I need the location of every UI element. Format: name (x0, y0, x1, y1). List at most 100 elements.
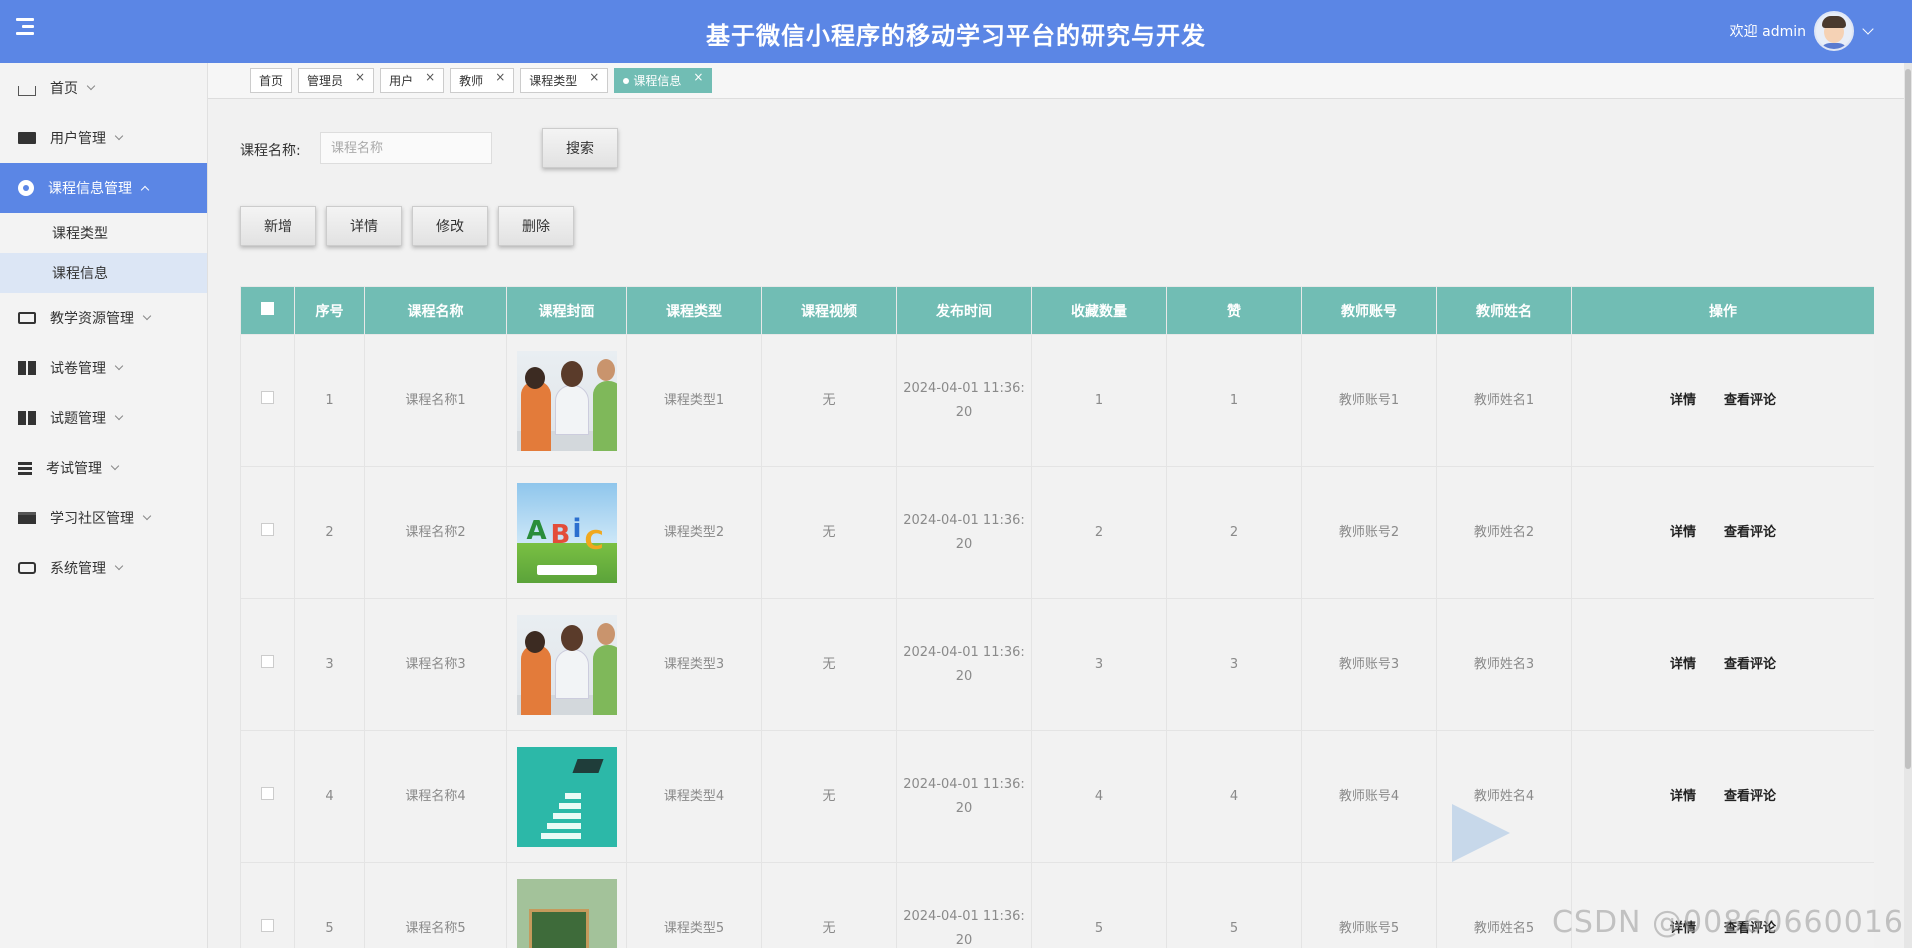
row-checkbox[interactable] (240, 598, 295, 731)
tab-teacher[interactable]: 教师 × (450, 68, 515, 93)
chevron-down-icon (110, 461, 120, 471)
column-header: 赞 (1166, 286, 1302, 335)
row-checkbox[interactable] (240, 334, 295, 467)
table-row[interactable]: 1 课程名称1 课程类型1 无 2024-04-01 11:36: 20 1 1 教师账号1 教师… (240, 334, 1874, 467)
cell-actions: 详情 查看评论 (1571, 466, 1874, 599)
row-detail-link[interactable]: 详情 (1670, 657, 1696, 672)
table-header-row: 序号 课程名称 课程封面 课程类型 课程视频 发布时间 收藏数量 赞 教师账号 … (240, 286, 1874, 335)
row-comments-link[interactable]: 查看评论 (1724, 393, 1776, 408)
sidebar-subitem-course-type[interactable]: 课程类型 (0, 213, 207, 253)
community-icon (18, 512, 36, 524)
user-menu[interactable]: 欢迎 admin (1729, 8, 1874, 54)
sidebar-item-resources[interactable]: 教学资源管理 (0, 293, 207, 343)
table-row[interactable]: 3 课程名称3 课程类型3 无 2024-04-01 11:36: 20 3 3 教师账号3 教师… (240, 598, 1874, 731)
tab-course-info[interactable]: 课程信息 × (614, 68, 713, 93)
sidebar-item-community[interactable]: 学习社区管理 (0, 493, 207, 543)
sidebar-item-home[interactable]: 首页 (0, 63, 207, 113)
close-icon[interactable]: × (425, 70, 435, 84)
row-comments-link[interactable]: 查看评论 (1724, 657, 1776, 672)
cell-no: 1 (294, 334, 365, 467)
chevron-down-icon[interactable] (1862, 23, 1874, 35)
tab-home[interactable]: 首页 (250, 68, 293, 93)
row-detail-link[interactable]: 详情 (1670, 789, 1696, 804)
cell-cover (506, 862, 627, 948)
close-icon[interactable]: × (355, 70, 365, 84)
cell-type: 课程类型5 (626, 862, 762, 948)
chevron-down-icon (114, 411, 124, 421)
cell-no: 5 (294, 862, 365, 948)
sidebar-item-papers[interactable]: 试卷管理 (0, 343, 207, 393)
home-icon (18, 86, 36, 96)
cell-time: 2024-04-01 11:36: 20 (896, 466, 1032, 599)
chevron-up-icon (140, 185, 150, 195)
column-header: 课程视频 (761, 286, 897, 335)
row-comments-link[interactable]: 查看评论 (1724, 789, 1776, 804)
cell-name: 课程名称5 (364, 862, 507, 948)
close-icon[interactable]: × (693, 70, 703, 84)
cell-type: 课程类型1 (626, 334, 762, 467)
exam-icon (18, 461, 32, 475)
cell-name: 课程名称2 (364, 466, 507, 599)
add-button[interactable]: 新增 (240, 206, 316, 246)
column-header: 教师账号 (1301, 286, 1437, 335)
edit-button[interactable]: 修改 (412, 206, 488, 246)
cell-video: 无 (761, 466, 897, 599)
cell-account: 教师账号5 (1301, 862, 1437, 948)
chevron-down-icon (114, 131, 124, 141)
cell-actions: 详情 查看评论 (1571, 334, 1874, 467)
cell-account: 教师账号2 (1301, 466, 1437, 599)
cell-cover (506, 598, 627, 731)
cell-time: 2024-04-01 11:36: 20 (896, 862, 1032, 948)
sidebar-item-users[interactable]: 用户管理 (0, 113, 207, 163)
watermark: CSDN @00860660016 (1551, 905, 1904, 940)
chevron-down-icon (142, 311, 152, 321)
row-detail-link[interactable]: 详情 (1670, 393, 1696, 408)
cell-teacher: 教师姓名2 (1436, 466, 1572, 599)
avatar[interactable] (1814, 11, 1854, 51)
tab-admin[interactable]: 管理员 × (298, 68, 375, 93)
cell-name: 课程名称3 (364, 598, 507, 731)
course-table: 序号 课程名称 课程封面 课程类型 课程视频 发布时间 收藏数量 赞 教师账号 … (240, 286, 1874, 948)
column-header: 发布时间 (896, 286, 1032, 335)
cell-actions: 详情 查看评论 (1571, 598, 1874, 731)
sidebar-item-questions[interactable]: 试题管理 (0, 393, 207, 443)
search-input[interactable] (320, 132, 492, 164)
column-header: 序号 (294, 286, 365, 335)
table-row[interactable]: 4 课程名称4 课程类型4 无 2024-04-01 11:36: 20 4 4 教师账号4 教师… (240, 730, 1874, 863)
sidebar-item-course-info[interactable]: 课程信息管理 (0, 163, 207, 213)
cell-name: 课程名称1 (364, 334, 507, 467)
chevron-down-icon (86, 81, 96, 91)
detail-button[interactable]: 详情 (326, 206, 402, 246)
top-header: 基于微信小程序的移动学习平台的研究与开发 欢迎 admin (0, 0, 1912, 63)
chevron-down-icon (114, 361, 124, 371)
cell-like: 5 (1166, 862, 1302, 948)
sidebar-item-exams[interactable]: 考试管理 (0, 443, 207, 493)
search-button[interactable]: 搜索 (542, 128, 618, 168)
select-all-checkbox[interactable] (240, 286, 295, 335)
sidebar-item-system[interactable]: 系统管理 (0, 543, 207, 593)
paper-icon (18, 361, 36, 375)
cell-like: 2 (1166, 466, 1302, 599)
table-row[interactable]: 2 课程名称2 A Bi C 课程类型2 无 2024-04-01 11:36: 20 2 2 教师账… (240, 466, 1874, 599)
tab-course-type[interactable]: 课程类型 × (520, 68, 609, 93)
row-checkbox[interactable] (240, 730, 295, 863)
row-checkbox[interactable] (240, 466, 295, 599)
welcome-text: 欢迎 admin (1729, 24, 1806, 40)
resource-icon (18, 312, 36, 324)
chevron-down-icon (142, 511, 152, 521)
cell-name: 课程名称4 (364, 730, 507, 863)
tab-bar: 首页 管理员 × 用户 × 教师 × 课程类型 × 课程信息 × (208, 63, 1912, 99)
close-icon[interactable]: × (495, 70, 505, 84)
cell-no: 3 (294, 598, 365, 731)
sidebar-subitem-course-info[interactable]: 课程信息 (0, 253, 207, 293)
row-checkbox[interactable] (240, 862, 295, 948)
page-scrollbar[interactable] (1904, 63, 1912, 948)
delete-button[interactable]: 删除 (498, 206, 574, 246)
close-icon[interactable]: × (589, 70, 599, 84)
video-play-icon (1452, 804, 1510, 862)
chevron-down-icon (114, 561, 124, 571)
row-comments-link[interactable]: 查看评论 (1724, 525, 1776, 540)
row-detail-link[interactable]: 详情 (1670, 525, 1696, 540)
cell-fav: 5 (1031, 862, 1167, 948)
tab-user[interactable]: 用户 × (380, 68, 445, 93)
